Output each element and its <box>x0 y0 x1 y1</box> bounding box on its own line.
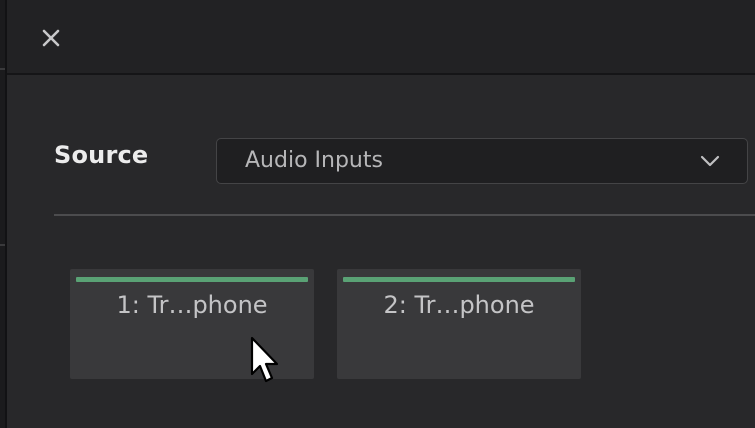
input-level-bar <box>76 277 308 282</box>
left-edge-tick <box>0 68 5 70</box>
section-divider <box>54 214 755 216</box>
audio-input-tile-1[interactable]: 1: Tr…phone <box>70 269 314 379</box>
titlebar <box>7 0 755 75</box>
chevron-down-icon <box>699 153 721 169</box>
audio-input-label: 2: Tr…phone <box>383 291 535 319</box>
audio-input-label: 1: Tr…phone <box>116 291 268 319</box>
input-level-bar <box>343 277 575 282</box>
source-select-value: Audio Inputs <box>245 148 383 173</box>
source-select[interactable]: Audio Inputs <box>216 138 748 184</box>
close-icon[interactable] <box>39 26 65 52</box>
audio-input-tile-2[interactable]: 2: Tr…phone <box>337 269 581 379</box>
source-label: Source <box>54 141 149 169</box>
source-panel: Source Audio Inputs 1: Tr…phone 2: Tr…ph… <box>7 75 755 428</box>
left-edge-tick <box>0 244 5 246</box>
